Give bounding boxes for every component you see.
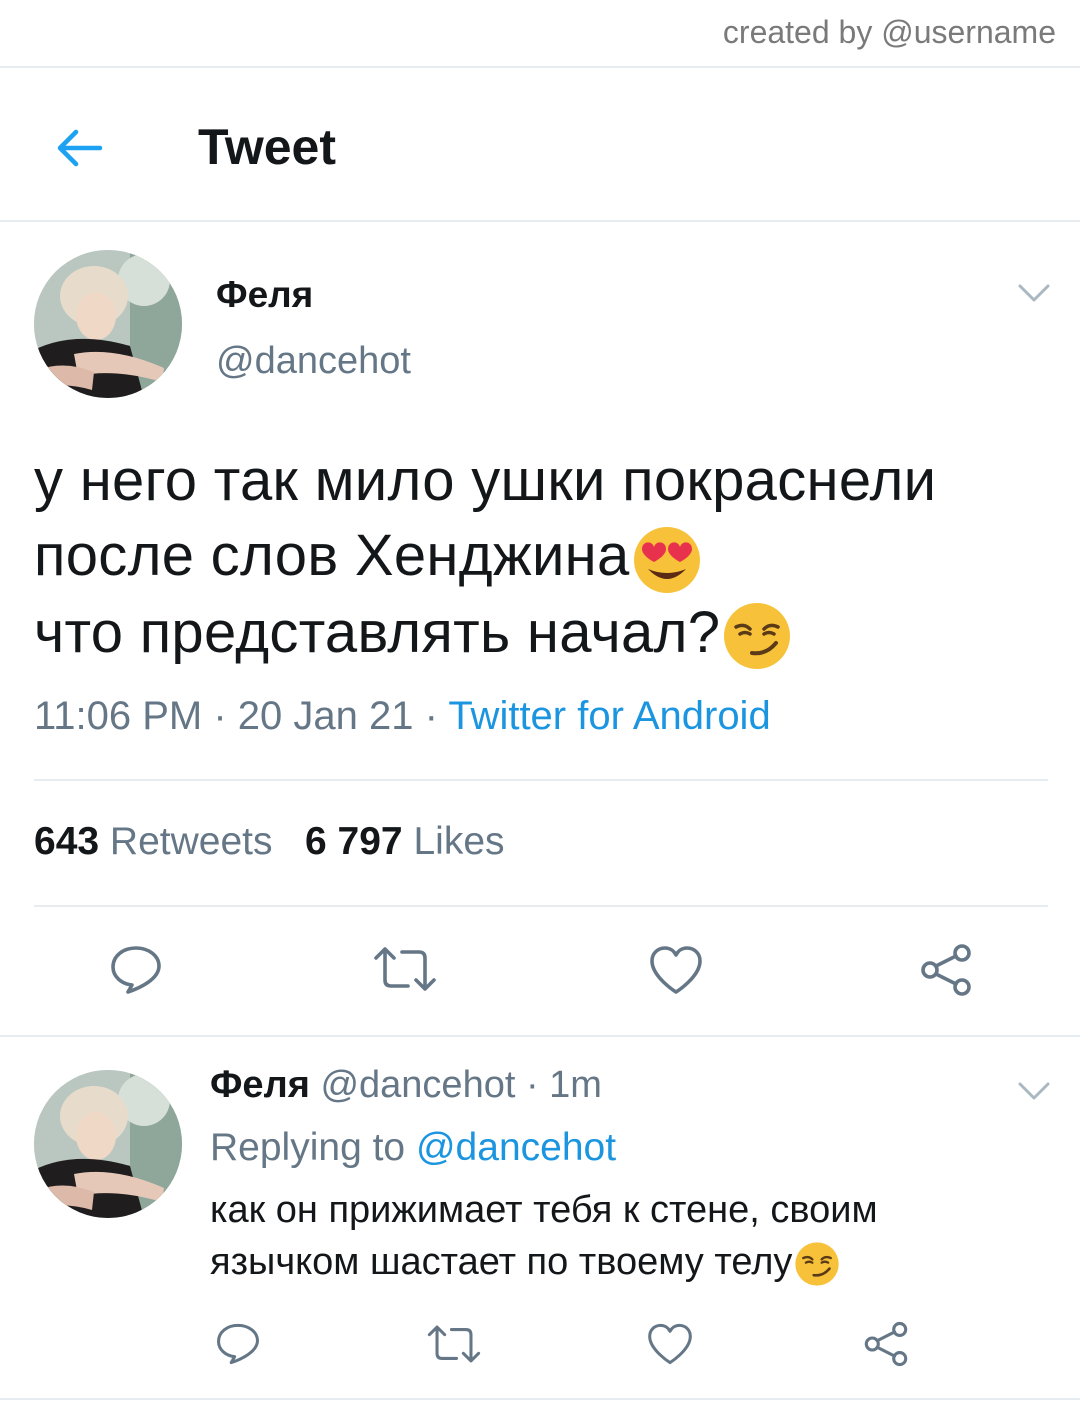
- reply-text-line: как он прижимает тебя к стене, своим: [210, 1189, 878, 1231]
- author-handle[interactable]: @dancehot: [216, 340, 411, 383]
- replying-mention-link[interactable]: @dancehot: [416, 1126, 616, 1169]
- tweet-stats: 643 Retweets 6 797 Likes: [34, 820, 505, 864]
- bottom-divider: [0, 1398, 1080, 1400]
- reply-header: Феля @dancehot · 1m: [210, 1064, 602, 1107]
- tweet-divider: [0, 1035, 1080, 1037]
- replying-to: Replying to @dancehot: [210, 1126, 616, 1170]
- retweet-icon[interactable]: [372, 944, 438, 994]
- header-divider: [0, 220, 1080, 222]
- stats-divider: [34, 905, 1048, 907]
- reply-text: как он прижимает тебя к стене, своим язы…: [210, 1184, 1030, 1288]
- top-divider: [0, 66, 1080, 68]
- created-by-watermark: created by @username: [722, 14, 1056, 50]
- heart-eyes-emoji: [633, 526, 700, 593]
- retweet-icon[interactable]: [426, 1322, 482, 1366]
- reply-icon[interactable]: [214, 1322, 262, 1366]
- author-name[interactable]: Феля: [216, 274, 313, 316]
- tweet-source-link[interactable]: Twitter for Android: [448, 694, 770, 738]
- like-icon[interactable]: [646, 1322, 694, 1366]
- retweets-stat[interactable]: 643 Retweets: [34, 820, 273, 863]
- page-title: Tweet: [198, 119, 336, 175]
- tweet-meta: 11:06 PM · 20 Jan 21 · Twitter for Andro…: [34, 694, 771, 738]
- tweet-text-line-with-emoji: что представлять начал?: [34, 595, 1044, 672]
- tweet-detail-screen: created by @username Tweet Феля @danceho…: [0, 0, 1080, 1416]
- reply-author-handle[interactable]: @dancehot: [320, 1064, 515, 1106]
- tweet-text-line: у него так мило ушки покраснели: [34, 448, 937, 513]
- like-label: Likes: [413, 820, 505, 863]
- tweet-text-line-with-emoji: после слов Хенджина: [34, 518, 1044, 595]
- retweet-count: 643: [34, 820, 100, 863]
- reply-text-line: язычком шастает по твоему телу: [210, 1241, 793, 1283]
- smirk-emoji: [795, 1242, 840, 1286]
- reply-avatar[interactable]: [34, 1070, 182, 1218]
- likes-stat[interactable]: 6 797 Likes: [305, 820, 505, 863]
- reply-age: 1m: [549, 1064, 602, 1106]
- reply-chevron-down-icon[interactable]: [1014, 1076, 1054, 1106]
- tweet-text-line: что представлять начал?: [34, 599, 721, 665]
- reply-text-line-with-emoji: язычком шастает по твоему телу: [210, 1236, 1030, 1288]
- reply-author-name[interactable]: Феля: [210, 1064, 310, 1106]
- like-icon[interactable]: [648, 944, 704, 996]
- meta-divider: [34, 779, 1048, 781]
- reply-icon[interactable]: [108, 944, 164, 996]
- share-icon[interactable]: [862, 1320, 910, 1368]
- tweet-text-line: после слов Хенджина: [34, 523, 630, 588]
- like-count: 6 797: [305, 820, 403, 863]
- arrow-left-icon[interactable]: [50, 120, 106, 176]
- smirk-emoji: [724, 603, 791, 670]
- reply-separator: ·: [515, 1064, 550, 1106]
- share-icon[interactable]: [918, 942, 974, 998]
- tweet-date: 20 Jan 21: [237, 694, 414, 738]
- chevron-down-icon[interactable]: [1014, 278, 1054, 308]
- tweet-text: у него так мило ушки покраснели после сл…: [34, 443, 1044, 671]
- retweet-label: Retweets: [109, 820, 273, 863]
- replying-label: Replying to: [210, 1126, 406, 1169]
- tweet-time: 11:06 PM: [34, 694, 203, 738]
- avatar[interactable]: [34, 250, 182, 398]
